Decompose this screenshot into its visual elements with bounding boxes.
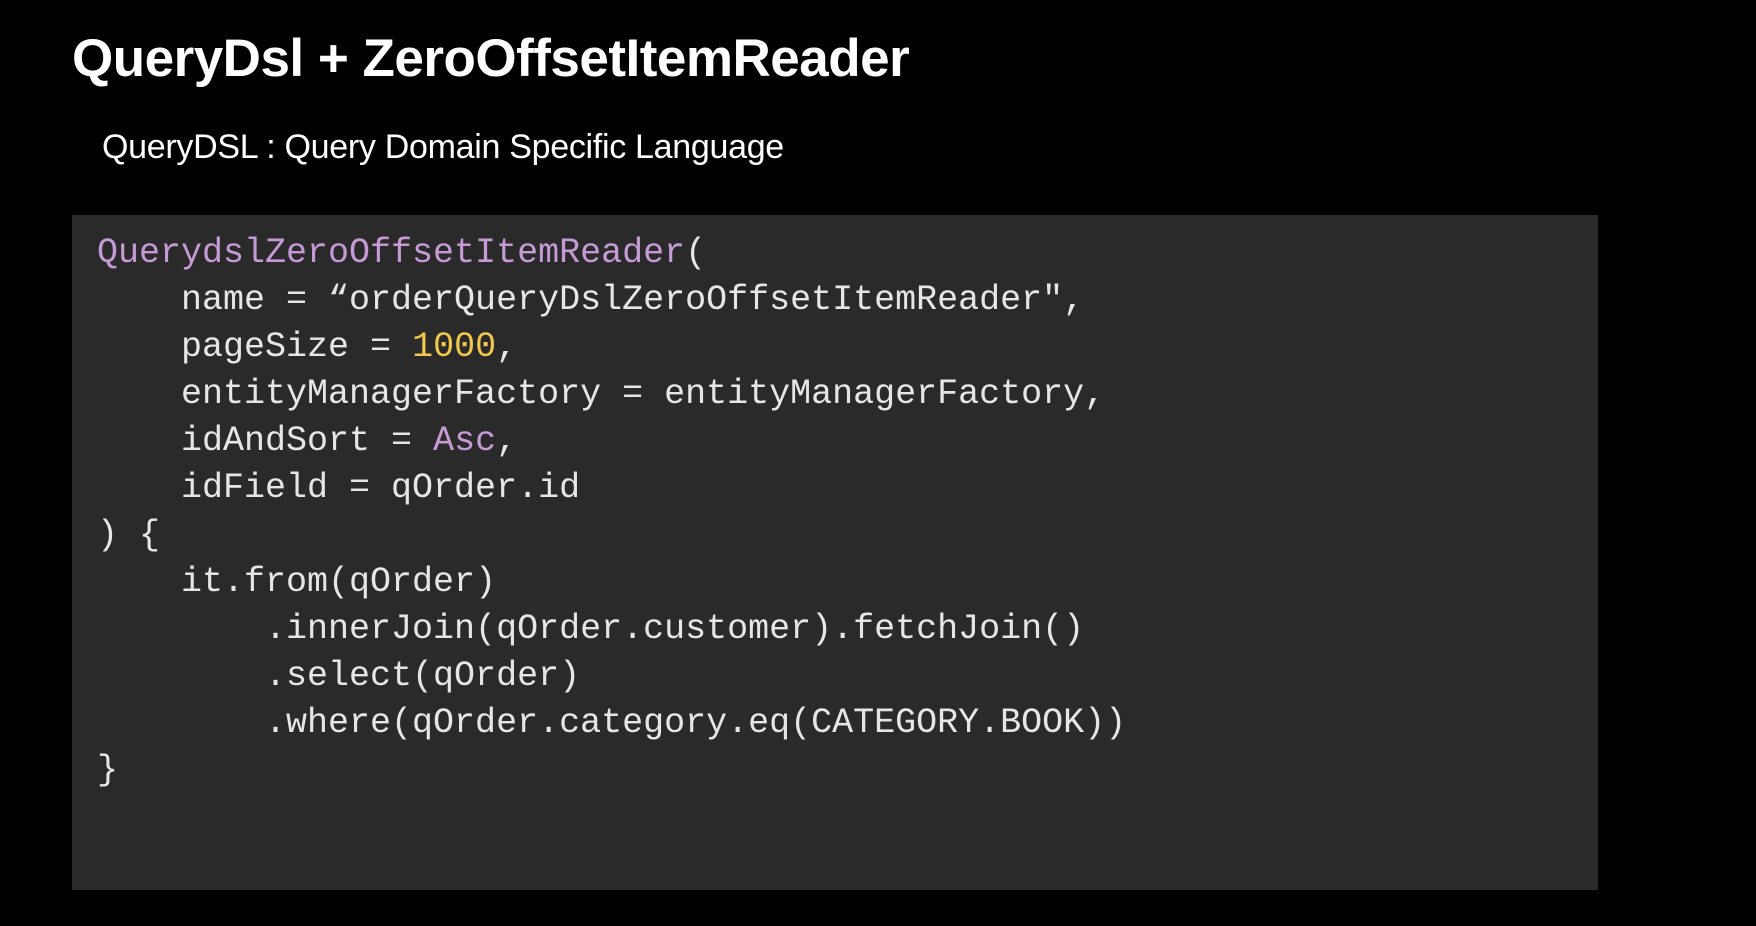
code-line: } [97, 747, 1126, 794]
code-line: .where(qOrder.category.eq(CATEGORY.BOOK)… [97, 700, 1126, 747]
code-token: .innerJoin(qOrder.customer).fetchJoin() [97, 609, 1085, 649]
code-line: QuerydslZeroOffsetItemReader( [97, 230, 1126, 277]
code-line: .innerJoin(qOrder.customer).fetchJoin() [97, 606, 1126, 653]
code-token: , [496, 327, 518, 367]
code-line: entityManagerFactory = entityManagerFact… [97, 371, 1126, 418]
code-token: name = “orderQueryDslZeroOffsetItemReade… [97, 280, 1085, 320]
code-line: idAndSort = Asc, [97, 418, 1126, 465]
code-token: ( [685, 233, 707, 273]
code-token: entityManagerFactory = entityManagerFact… [97, 374, 1106, 414]
code-token: , [496, 421, 518, 461]
code-line: ) { [97, 512, 1126, 559]
code-token: idAndSort = [97, 421, 434, 461]
code-line: pageSize = 1000, [97, 324, 1126, 371]
code-token: 1000 [412, 327, 497, 367]
code-token: .select(qOrder) [97, 656, 581, 696]
code-token: } [97, 750, 119, 790]
code-line: it.from(qOrder) [97, 559, 1126, 606]
code-token: idField = qOrder.id [97, 468, 581, 508]
code-token: ) { [97, 515, 161, 555]
code-token: pageSize = [97, 327, 413, 367]
code-line: .select(qOrder) [97, 653, 1126, 700]
code-token: it.from(qOrder) [97, 562, 497, 602]
code-content: QuerydslZeroOffsetItemReader( name = “or… [97, 230, 1126, 794]
slide-subtitle: QueryDSL : Query Domain Specific Languag… [102, 128, 784, 166]
code-block: QuerydslZeroOffsetItemReader( name = “or… [72, 215, 1598, 890]
code-token: QuerydslZeroOffsetItemReader [97, 233, 686, 273]
slide-title: QueryDsl + ZeroOffsetItemReader [72, 29, 910, 88]
code-token: Asc [433, 421, 497, 461]
code-line: idField = qOrder.id [97, 465, 1126, 512]
code-line: name = “orderQueryDslZeroOffsetItemReade… [97, 277, 1126, 324]
code-token: .where(qOrder.category.eq(CATEGORY.BOOK)… [97, 703, 1127, 743]
